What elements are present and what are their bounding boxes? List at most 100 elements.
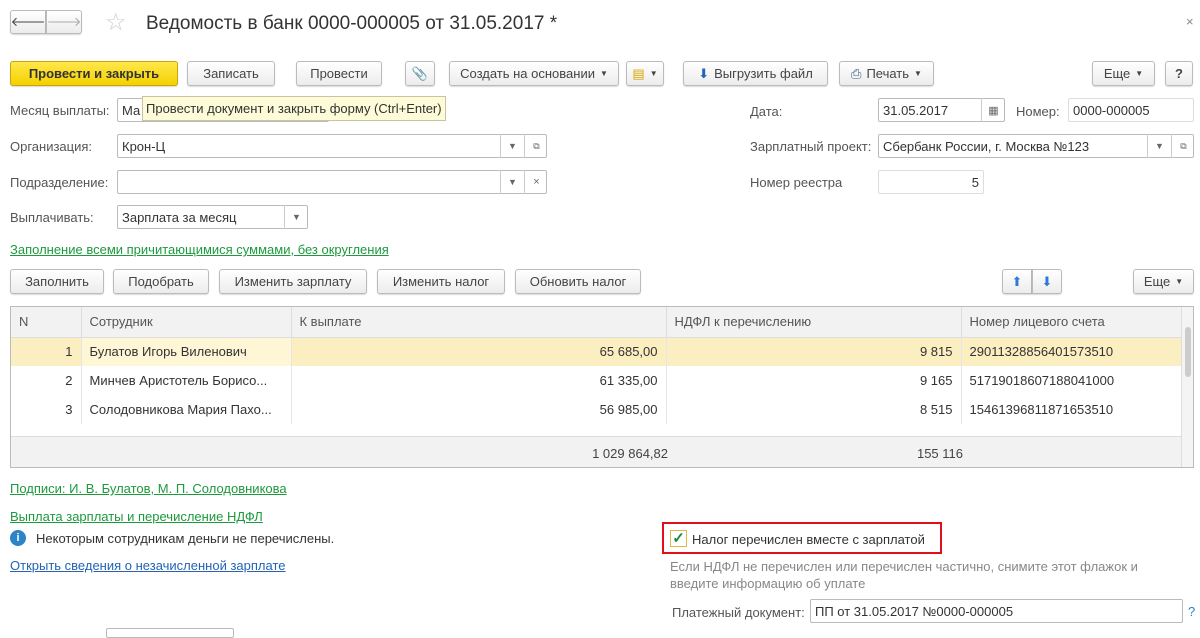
employees-table: N Сотрудник К выплате НДФЛ к перечислени…: [10, 306, 1194, 468]
date-label: Дата:: [750, 104, 783, 119]
chevron-down-icon: ▼: [649, 69, 658, 78]
clear-icon[interactable]: ×: [524, 170, 548, 194]
signatures-link[interactable]: Подписи: И. В. Булатов, М. П. Солодовник…: [10, 481, 287, 496]
cell-pay: 56 985,00: [291, 395, 667, 424]
chevron-down-icon: ▼: [1175, 277, 1184, 286]
cell-tax: 9 165: [666, 366, 962, 395]
org-field[interactable]: Крон-Ц ▼ ⧉: [117, 134, 547, 158]
total-pay: 1 029 864,82: [592, 446, 668, 461]
print-label: Печать: [866, 66, 910, 81]
col-account[interactable]: Номер лицевого счета: [961, 307, 1182, 338]
tooltip: Провести документ и закрыть форму (Ctrl+…: [142, 96, 446, 121]
more-label: Еще: [1103, 66, 1131, 81]
help-button[interactable]: ?: [1165, 61, 1193, 86]
chevron-down-icon[interactable]: ▼: [1147, 134, 1171, 158]
arrow-left-icon: 🡐: [10, 14, 46, 29]
cell-tax: 9 815: [666, 337, 962, 366]
cell-tax: 8 515: [666, 395, 962, 424]
scrollbar-thumb[interactable]: [1185, 327, 1191, 377]
date-value: 31.05.2017: [883, 102, 949, 118]
registry-field[interactable]: 5: [878, 170, 984, 194]
payment-section-link[interactable]: Выплата зарплаты и перечисление НДФЛ: [10, 509, 263, 524]
registry-label: Номер реестра: [750, 175, 843, 190]
payment-doc-help[interactable]: ?: [1188, 604, 1195, 619]
printer-icon: ⎙: [851, 65, 862, 81]
arrow-up-icon: ⬆: [1011, 273, 1023, 289]
print-button[interactable]: ⎙ Печать ▼: [839, 61, 934, 86]
table-more-label: Еще: [1143, 274, 1171, 289]
chevron-down-icon[interactable]: ▼: [284, 205, 308, 229]
month-value: Ма: [122, 102, 141, 118]
bottom-field-partial[interactable]: [106, 628, 234, 638]
calendar-icon[interactable]: ▦: [981, 98, 1005, 122]
cell-n: 1: [11, 337, 82, 366]
chevron-down-icon[interactable]: ▼: [500, 134, 524, 158]
tax-checkbox[interactable]: ✓: [670, 530, 687, 547]
chevron-down-icon: ▼: [914, 69, 922, 78]
back-button[interactable]: 🡐: [10, 10, 46, 34]
post-and-close-button[interactable]: Провести и закрыть: [10, 61, 178, 86]
fill-mode-link[interactable]: Заполнение всеми причитающимися суммами,…: [10, 242, 389, 257]
cell-account: 15461396811871653510: [961, 395, 1182, 424]
pay-type-value: Зарплата за месяц: [122, 209, 237, 225]
cell-employee: Минчев Аристотель Борисо...: [81, 366, 292, 395]
table-scrollbar[interactable]: [1181, 307, 1193, 467]
hint-text: Если НДФЛ не перечислен или перечислен ч…: [670, 559, 1138, 591]
update-tax-button[interactable]: Обновить налог: [515, 269, 641, 294]
export-file-button[interactable]: ⬇ Выгрузить файл: [683, 61, 828, 86]
pick-button[interactable]: Подобрать: [113, 269, 209, 294]
star-icon[interactable]: ☆: [105, 8, 127, 37]
payment-doc-label: Платежный документ:: [672, 605, 805, 620]
pay-label: Выплачивать:: [10, 210, 94, 225]
col-employee[interactable]: Сотрудник: [81, 307, 292, 338]
tax-checkbox-label[interactable]: Налог перечислен вместе с зарплатой: [692, 532, 925, 547]
payment-doc-field[interactable]: ПП от 31.05.2017 №0000-000005: [810, 599, 1183, 623]
cell-n: 2: [11, 366, 82, 395]
paperclip-icon: 📎: [411, 65, 429, 81]
arrow-right-icon: 🡒: [46, 14, 82, 29]
table-row[interactable]: 1 Булатов Игорь Виленович 65 685,00 9 81…: [11, 337, 1182, 366]
close-icon[interactable]: ×: [1186, 14, 1194, 29]
table-more-button[interactable]: Еще ▼: [1133, 269, 1194, 294]
cell-n: 3: [11, 395, 82, 424]
pay-type-field[interactable]: Зарплата за месяц ▼: [117, 205, 308, 229]
info-icon: i: [10, 530, 26, 546]
project-field[interactable]: Сбербанк России, г. Москва №123 ▼ ⧉: [878, 134, 1194, 158]
open-icon[interactable]: ⧉: [524, 134, 548, 158]
more-button[interactable]: Еще ▼: [1092, 61, 1155, 86]
change-salary-button[interactable]: Изменить зарплату: [219, 269, 367, 294]
export-label: Выгрузить файл: [714, 66, 813, 81]
col-pay[interactable]: К выплате: [291, 307, 667, 338]
create-based-button[interactable]: Создать на основании ▼: [449, 61, 619, 86]
open-unpaid-link[interactable]: Открыть сведения о незачисленной зарплат…: [10, 558, 286, 573]
org-label: Организация:: [10, 139, 93, 154]
date-field[interactable]: 31.05.2017 ▦: [878, 98, 1005, 122]
project-value: Сбербанк России, г. Москва №123: [883, 138, 1090, 154]
fill-button[interactable]: Заполнить: [10, 269, 104, 294]
payment-doc-value: ПП от 31.05.2017 №0000-000005: [815, 603, 1014, 619]
move-down-button[interactable]: ⬇: [1032, 269, 1062, 294]
col-tax[interactable]: НДФЛ к перечислению: [666, 307, 962, 338]
move-up-button[interactable]: ⬆: [1002, 269, 1032, 294]
forward-button[interactable]: 🡒: [46, 10, 82, 34]
post-button[interactable]: Провести: [296, 61, 382, 86]
cell-pay: 65 685,00: [291, 337, 667, 366]
arrow-down-icon: ⬇: [1041, 273, 1053, 289]
table-row[interactable]: 3 Солодовникова Мария Пахо... 56 985,00 …: [11, 395, 1182, 424]
export-icon: ⬇: [698, 65, 710, 81]
col-n[interactable]: N: [11, 307, 82, 338]
related-docs-button[interactable]: ▤ ▼: [626, 61, 664, 86]
number-field[interactable]: 0000-000005: [1068, 98, 1194, 122]
document-icon: ▤: [632, 65, 645, 81]
number-label: Номер:: [1016, 104, 1060, 119]
save-button[interactable]: Записать: [187, 61, 275, 86]
table-row[interactable]: 2 Минчев Аристотель Борисо... 61 335,00 …: [11, 366, 1182, 395]
dept-field[interactable]: ▼ ×: [117, 170, 547, 194]
attach-button[interactable]: 📎: [405, 61, 435, 86]
dept-label: Подразделение:: [10, 175, 109, 190]
cell-employee: Булатов Игорь Виленович: [81, 337, 292, 366]
change-tax-button[interactable]: Изменить налог: [377, 269, 505, 294]
open-icon[interactable]: ⧉: [1171, 134, 1195, 158]
chevron-down-icon[interactable]: ▼: [500, 170, 524, 194]
cell-employee: Солодовникова Мария Пахо...: [81, 395, 292, 424]
